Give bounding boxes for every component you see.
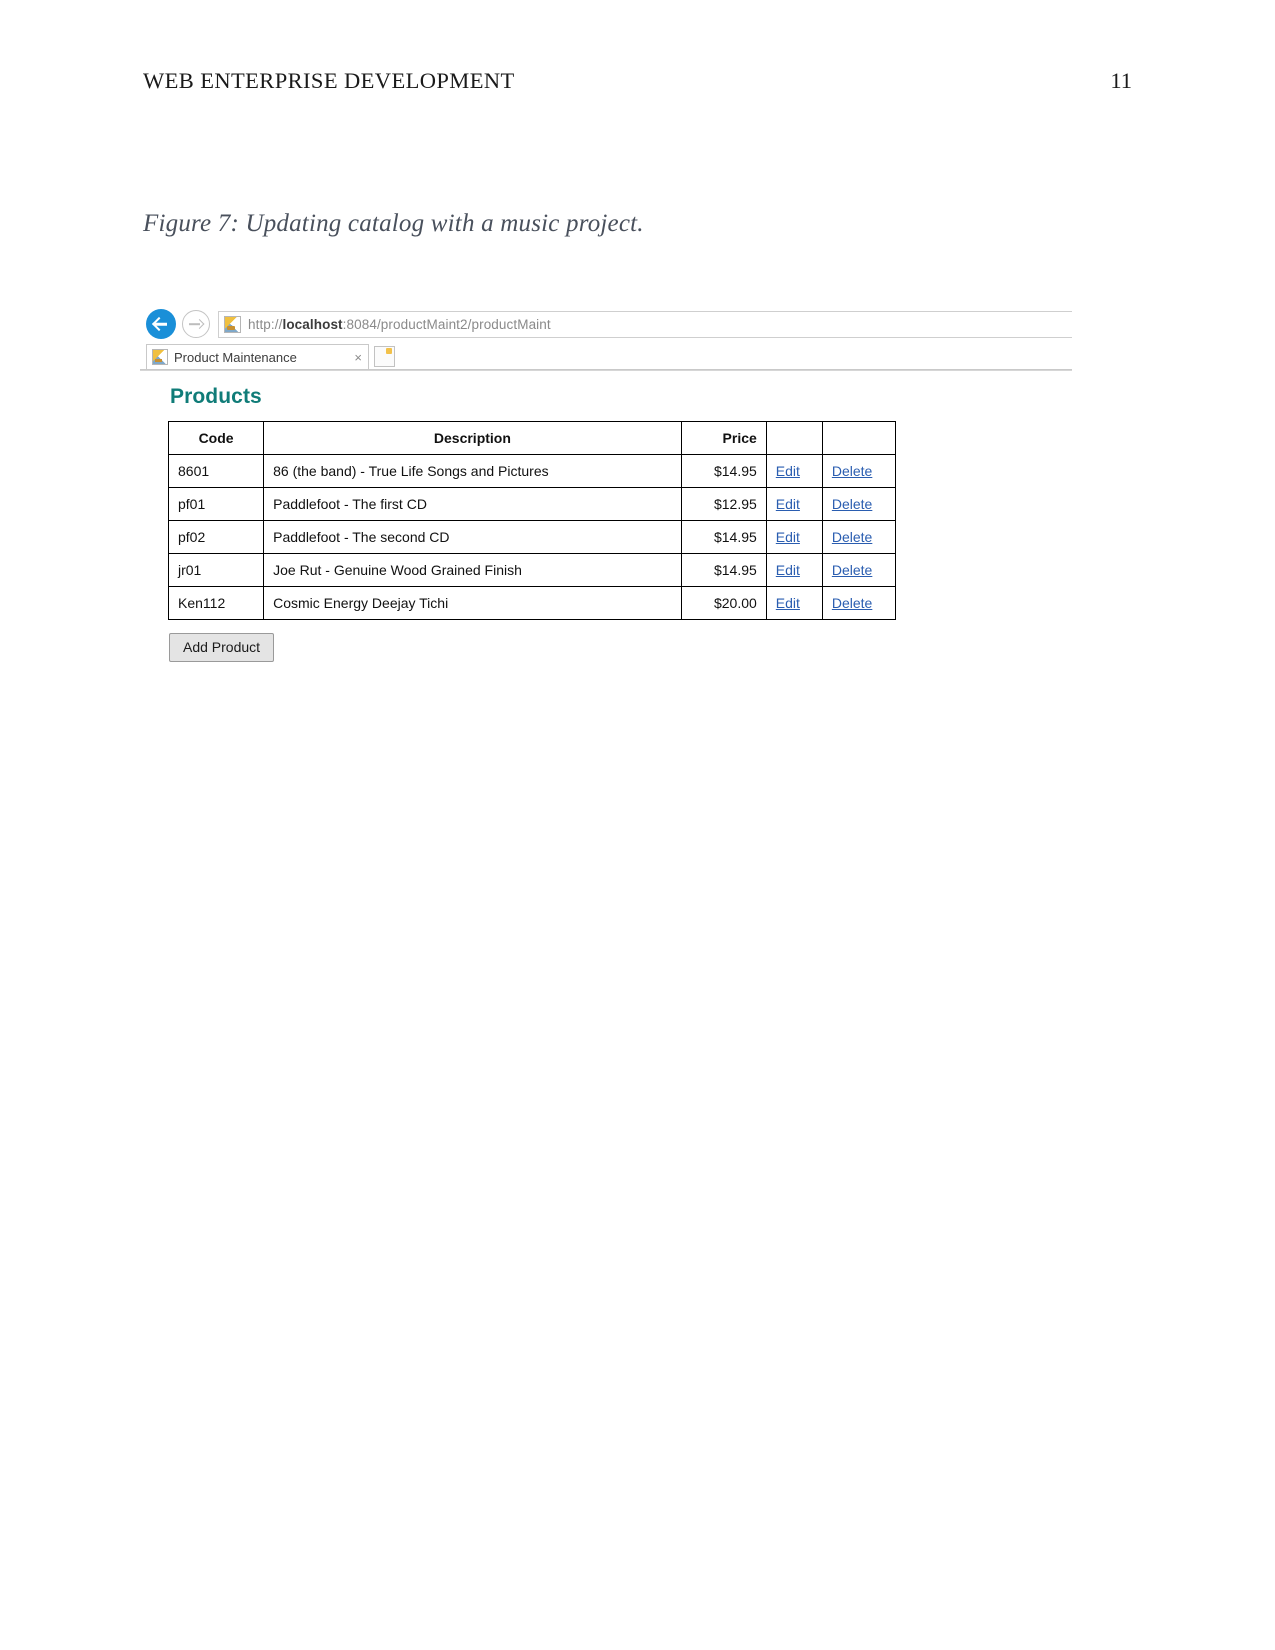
table-row: pf01 Paddlefoot - The first CD $12.95 Ed… bbox=[167, 487, 897, 521]
cell-description: 86 (the band) - True Life Songs and Pict… bbox=[263, 454, 682, 488]
delete-link[interactable]: Delete bbox=[832, 529, 872, 545]
browser-screenshot: http://localhost:8084/productMaint2/prod… bbox=[140, 305, 1072, 662]
url-scheme: http:// bbox=[248, 316, 283, 332]
browser-chrome: http://localhost:8084/productMaint2/prod… bbox=[140, 305, 1072, 371]
cell-edit[interactable]: Edit bbox=[765, 520, 823, 554]
url-path: :8084/productMaint2/productMaint bbox=[342, 316, 551, 332]
cell-description: Joe Rut - Genuine Wood Grained Finish bbox=[263, 553, 682, 587]
tab-title: Product Maintenance bbox=[174, 349, 297, 365]
products-table: Code Description Price 8601 86 (the band… bbox=[167, 421, 897, 620]
table-row: 8601 86 (the band) - True Life Songs and… bbox=[167, 454, 897, 488]
tab-favicon-icon bbox=[152, 349, 168, 365]
cell-delete[interactable]: Delete bbox=[821, 454, 897, 488]
url-host: localhost bbox=[282, 316, 343, 332]
cell-code: pf02 bbox=[167, 520, 265, 554]
table-row: jr01 Joe Rut - Genuine Wood Grained Fini… bbox=[167, 553, 897, 587]
cell-price: $20.00 bbox=[680, 586, 767, 620]
back-arrow-icon[interactable] bbox=[146, 309, 176, 339]
cell-delete[interactable]: Delete bbox=[821, 586, 897, 620]
cell-delete[interactable]: Delete bbox=[821, 520, 897, 554]
cell-delete[interactable]: Delete bbox=[821, 553, 897, 587]
column-header-delete bbox=[821, 421, 897, 455]
figure-caption: Figure 7: Updating catalog with a music … bbox=[143, 210, 644, 237]
column-header-edit bbox=[765, 421, 823, 455]
browser-tab-product-maintenance[interactable]: Product Maintenance × bbox=[146, 344, 369, 369]
browser-tab-bar: Product Maintenance × bbox=[140, 343, 1072, 370]
cell-price: $14.95 bbox=[680, 520, 767, 554]
running-head-title: WEB ENTERPRISE DEVELOPMENT bbox=[143, 68, 515, 93]
cell-edit[interactable]: Edit bbox=[765, 454, 823, 488]
page-number: 11 bbox=[1110, 68, 1132, 93]
web-page-content: Products Code Description Price 8601 86 … bbox=[140, 371, 1072, 662]
new-tab-icon[interactable] bbox=[374, 346, 395, 367]
column-header-code: Code bbox=[167, 421, 265, 455]
cell-edit[interactable]: Edit bbox=[765, 553, 823, 587]
column-header-description: Description bbox=[263, 421, 682, 455]
edit-link[interactable]: Edit bbox=[776, 595, 800, 611]
browser-navigation-bar: http://localhost:8084/productMaint2/prod… bbox=[140, 305, 1072, 343]
delete-link[interactable]: Delete bbox=[832, 496, 872, 512]
cell-price: $14.95 bbox=[680, 454, 767, 488]
cell-code: Ken112 bbox=[167, 586, 265, 620]
cell-description: Cosmic Energy Deejay Tichi bbox=[263, 586, 682, 620]
edit-link[interactable]: Edit bbox=[776, 562, 800, 578]
table-row: Ken112 Cosmic Energy Deejay Tichi $20.00… bbox=[167, 586, 897, 620]
delete-link[interactable]: Delete bbox=[832, 562, 872, 578]
cell-code: pf01 bbox=[167, 487, 265, 521]
column-header-price: Price bbox=[680, 421, 767, 455]
cell-code: jr01 bbox=[167, 553, 265, 587]
cell-delete[interactable]: Delete bbox=[821, 487, 897, 521]
page-title: Products bbox=[170, 385, 262, 408]
edit-link[interactable]: Edit bbox=[776, 496, 800, 512]
cell-description: Paddlefoot - The first CD bbox=[263, 487, 682, 521]
table-row: pf02 Paddlefoot - The second CD $14.95 E… bbox=[167, 520, 897, 554]
cell-edit[interactable]: Edit bbox=[765, 487, 823, 521]
delete-link[interactable]: Delete bbox=[832, 463, 872, 479]
cell-description: Paddlefoot - The second CD bbox=[263, 520, 682, 554]
add-product-button[interactable]: Add Product bbox=[169, 633, 275, 662]
address-bar-url: http://localhost:8084/productMaint2/prod… bbox=[248, 317, 551, 332]
site-favicon-icon bbox=[224, 315, 241, 333]
address-bar[interactable]: http://localhost:8084/productMaint2/prod… bbox=[218, 310, 1072, 338]
table-header-row: Code Description Price bbox=[167, 421, 897, 455]
edit-link[interactable]: Edit bbox=[776, 463, 800, 479]
cell-price: $12.95 bbox=[680, 487, 767, 521]
cell-code: 8601 bbox=[167, 454, 265, 488]
cell-price: $14.95 bbox=[680, 553, 767, 587]
close-icon[interactable]: × bbox=[354, 351, 362, 364]
forward-arrow-icon[interactable] bbox=[182, 310, 210, 338]
cell-edit[interactable]: Edit bbox=[765, 586, 823, 620]
delete-link[interactable]: Delete bbox=[832, 595, 872, 611]
edit-link[interactable]: Edit bbox=[776, 529, 800, 545]
document-running-head: WEB ENTERPRISE DEVELOPMENT 11 bbox=[143, 68, 1132, 102]
